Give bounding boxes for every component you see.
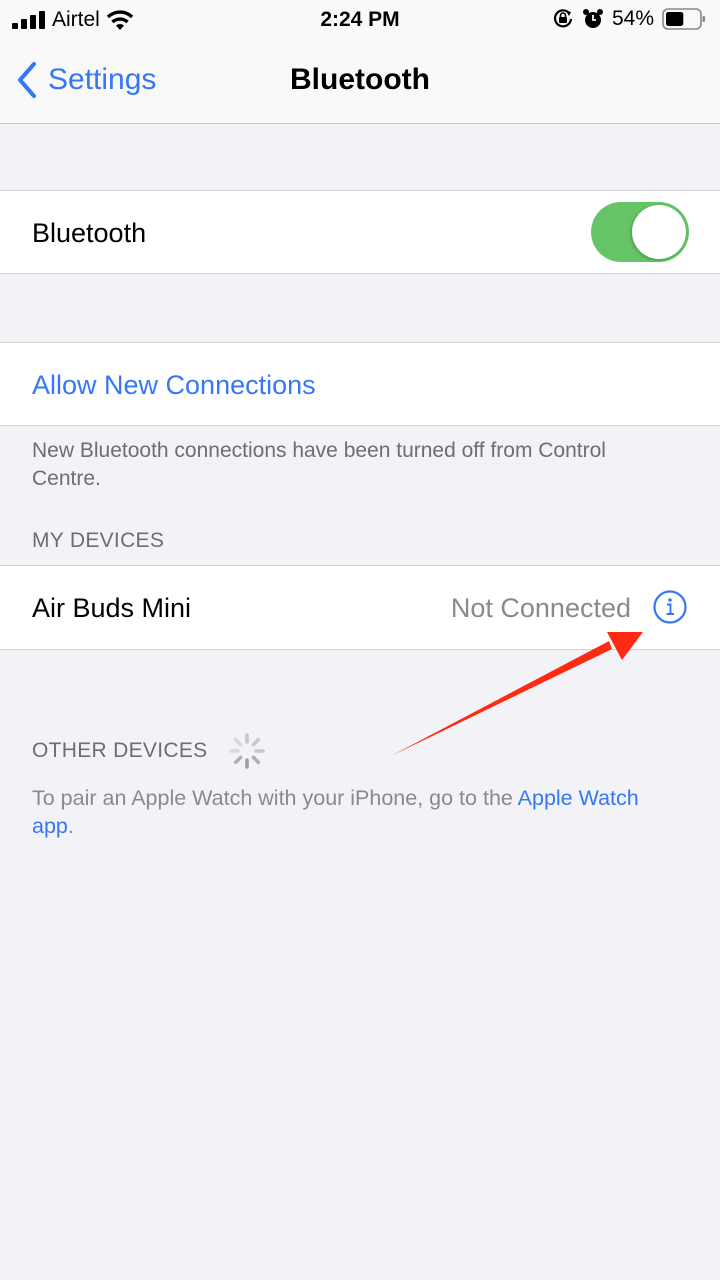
chevron-left-icon (18, 62, 36, 98)
alarm-icon (582, 9, 603, 28)
apple-watch-footer-text: To pair an Apple Watch with your iPhone,… (32, 786, 518, 810)
apple-watch-footer-period: . (67, 814, 74, 838)
allow-new-connections-button[interactable]: Allow New Connections (32, 370, 316, 401)
orientation-lock-icon (553, 9, 573, 28)
back-button[interactable]: Settings (16, 62, 156, 98)
device-row[interactable]: Air Buds Mini Not Connected (0, 565, 720, 650)
battery-percent: 54% (611, 7, 654, 30)
bluetooth-label: Bluetooth (32, 218, 147, 248)
back-label: Settings (48, 63, 157, 96)
bluetooth-row: Bluetooth (0, 190, 720, 274)
allow-new-connections-row[interactable]: Allow New Connections (0, 342, 720, 426)
info-icon[interactable] (653, 590, 687, 624)
device-name: Air Buds Mini (32, 593, 192, 623)
other-devices-header: OTHER DEVICES (32, 731, 267, 771)
device-status: Not Connected (450, 593, 631, 623)
my-devices-header: MY DEVICES (32, 529, 165, 552)
battery-icon (662, 8, 705, 30)
navigation-bar: Settings Bluetooth (0, 40, 720, 124)
allow-connections-footer: New Bluetooth connections have been turn… (32, 439, 606, 490)
bluetooth-toggle[interactable] (591, 202, 689, 262)
status-bar: Airtel 2:24 PM 54% (0, 0, 720, 40)
apple-watch-footer: To pair an Apple Watch with your iPhone,… (32, 784, 672, 840)
toggle-knob (632, 205, 686, 259)
loading-spinner-icon (229, 733, 266, 769)
other-devices-label: OTHER DEVICES (32, 739, 208, 762)
arrow-shaft (391, 641, 612, 756)
